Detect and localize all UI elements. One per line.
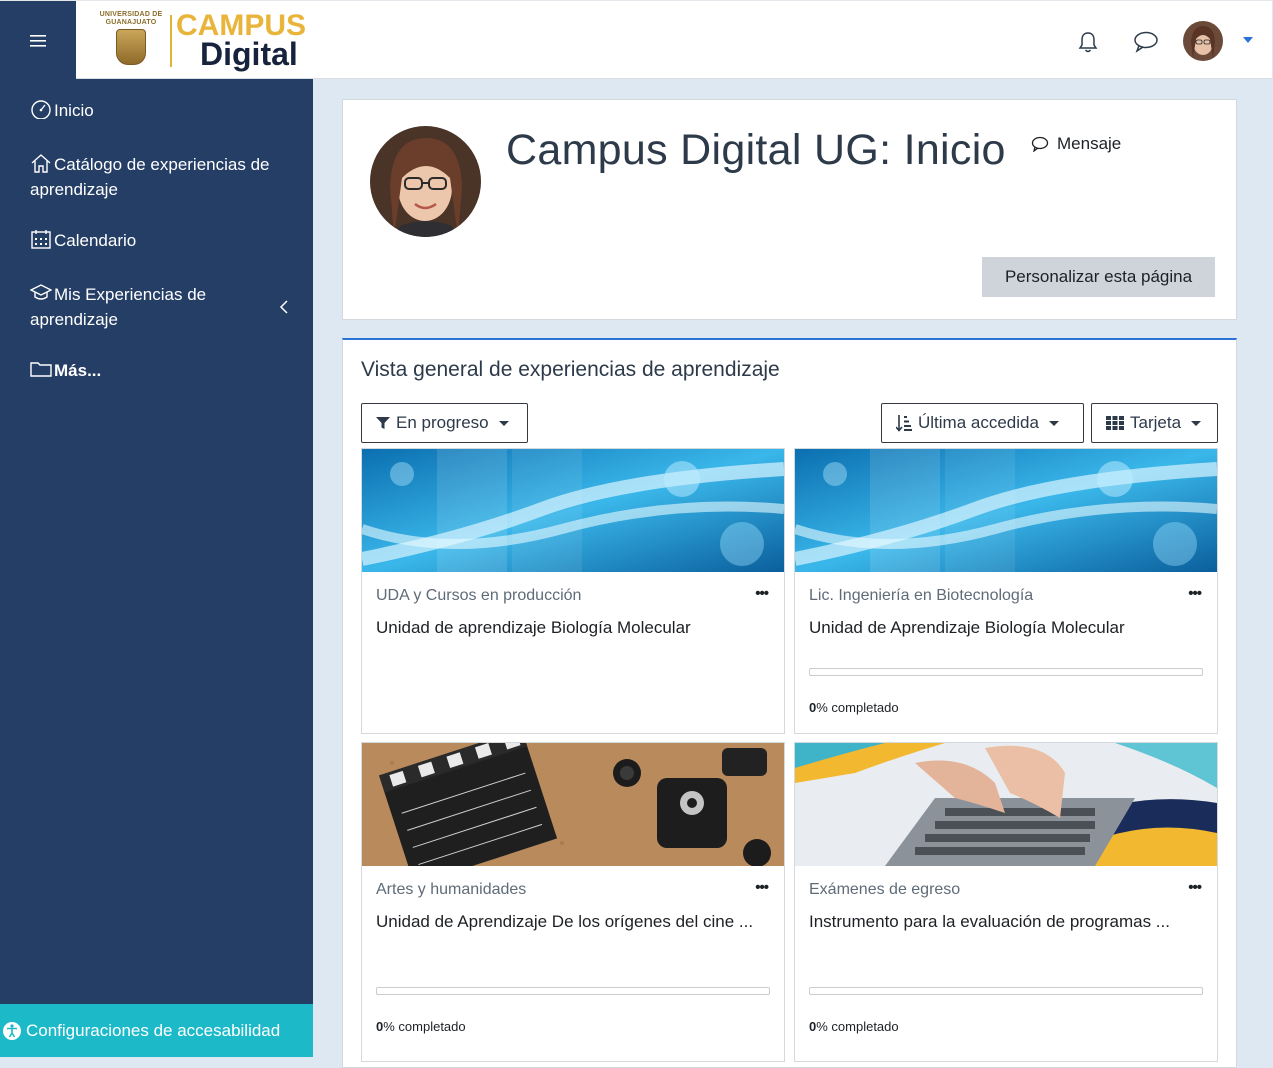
sidebar-item-inicio[interactable]: Inicio — [30, 98, 300, 123]
page-header-card: Campus Digital UG: Inicio Mensaje Person… — [342, 99, 1237, 320]
laptop-typing-image — [795, 743, 1217, 866]
sidebar-item-label: Más... — [54, 361, 102, 380]
campus-digital-logo[interactable]: UNIVERSIDAD DE GUANAJUATO CAMPUS Digital — [96, 9, 371, 73]
sidebar-item-catalogo[interactable]: Catálogo de experiencias de aprendizaje — [30, 152, 300, 202]
course-card[interactable]: Artes y humanidades ••• Unidad de Aprend… — [361, 742, 785, 1062]
sort-label: Última accedida — [918, 413, 1039, 432]
caret-down-icon — [1191, 420, 1202, 426]
course-card[interactable]: Exámenes de egreso ••• Instrumento para … — [794, 742, 1218, 1062]
course-menu-dots-icon[interactable]: ••• — [755, 879, 769, 896]
sidebar: Inicio Catálogo de experiencias de apren… — [0, 79, 313, 1057]
course-image-dna[interactable] — [362, 449, 784, 572]
profile-photo — [370, 126, 481, 237]
chat-bubble-icon[interactable] — [1133, 29, 1159, 55]
film-clapper-image — [362, 743, 784, 866]
course-category: Artes y humanidades — [376, 881, 527, 898]
course-menu-dots-icon[interactable]: ••• — [1188, 879, 1202, 896]
calendar-icon — [31, 230, 51, 249]
sort-dropdown[interactable]: Última accedida — [881, 403, 1084, 443]
home-icon — [31, 154, 51, 173]
accessibility-settings-button[interactable]: Configuraciones de accesabilidad — [0, 1004, 313, 1057]
grid-view-icon — [1106, 416, 1124, 430]
filter-icon — [376, 417, 390, 429]
dashboard-gauge-icon — [31, 100, 51, 119]
chevron-left-icon[interactable] — [278, 299, 290, 315]
user-photo — [1183, 21, 1223, 61]
user-avatar[interactable] — [1183, 21, 1223, 61]
message-link[interactable]: Mensaje — [1031, 134, 1121, 154]
course-name[interactable]: Unidad de Aprendizaje Biología Molecular — [809, 615, 1199, 640]
view-dropdown[interactable]: Tarjeta — [1091, 403, 1218, 443]
caret-down-icon — [1048, 420, 1059, 426]
accessibility-label: Configuraciones de accesabilidad — [26, 1020, 281, 1040]
logo-digital-text: Digital — [200, 36, 298, 72]
hamburger-menu-button[interactable] — [0, 1, 76, 80]
course-progress-bar — [376, 987, 770, 995]
message-label: Mensaje — [1057, 134, 1122, 153]
university-name: UNIVERSIDAD DE GUANAJUATO — [99, 11, 163, 26]
course-progress-text: 0% completado — [809, 1019, 899, 1034]
course-progress-text: 0% completado — [376, 1019, 466, 1034]
sidebar-item-mis-experiencias[interactable]: Mis Experiencias de aprendizaje — [30, 282, 275, 332]
logo-divider — [170, 15, 172, 67]
course-card[interactable]: UDA y Cursos en producción ••• Unidad de… — [361, 448, 785, 734]
graduation-cap-icon — [30, 284, 52, 300]
course-image-film[interactable] — [362, 743, 784, 866]
chat-bubble-icon — [1031, 136, 1049, 152]
top-navbar: UNIVERSIDAD DE GUANAJUATO CAMPUS Digital — [0, 0, 1273, 80]
dna-image — [795, 449, 1217, 572]
course-name[interactable]: Instrumento para la evaluación de progra… — [809, 909, 1199, 934]
course-category: UDA y Cursos en producción — [376, 587, 582, 604]
filter-dropdown[interactable]: En progreso — [361, 403, 528, 443]
progress-suffix: % completado — [383, 1019, 466, 1034]
course-name[interactable]: Unidad de Aprendizaje De los orígenes de… — [376, 909, 766, 934]
sidebar-item-mas[interactable]: Más... — [30, 358, 300, 383]
sidebar-item-calendario[interactable]: Calendario — [30, 228, 300, 253]
course-progress-text: 0% completado — [809, 700, 899, 715]
course-category: Lic. Ingeniería en Biotecnología — [809, 587, 1034, 604]
course-category: Exámenes de egreso — [809, 881, 961, 898]
course-menu-dots-icon[interactable]: ••• — [755, 585, 769, 602]
sort-amount-icon — [896, 415, 912, 432]
course-overview-card: Vista general de experiencias de aprendi… — [342, 338, 1237, 1068]
accessibility-icon — [3, 1021, 21, 1040]
sidebar-item-label: Inicio — [54, 101, 94, 120]
hamburger-icon — [30, 34, 46, 47]
profile-avatar — [370, 126, 481, 237]
progress-suffix: % completado — [816, 1019, 899, 1034]
course-image-laptop[interactable] — [795, 743, 1217, 866]
overview-title: Vista general de experiencias de aprendi… — [361, 358, 780, 381]
page-title: Campus Digital UG: Inicio — [506, 126, 1006, 174]
university-seal-icon — [116, 29, 146, 65]
course-menu-dots-icon[interactable]: ••• — [1188, 585, 1202, 602]
customize-page-button[interactable]: Personalizar esta página — [982, 257, 1215, 297]
sidebar-item-label: Catálogo de experiencias de aprendizaje — [30, 155, 270, 199]
dna-image — [362, 449, 784, 572]
progress-suffix: % completado — [816, 700, 899, 715]
caret-down-icon — [498, 420, 509, 426]
course-image-dna[interactable] — [795, 449, 1217, 572]
filter-label: En progreso — [396, 413, 489, 432]
course-progress-bar — [809, 668, 1203, 676]
course-name[interactable]: Unidad de aprendizaje Biología Molecular — [376, 615, 766, 640]
course-card[interactable]: Lic. Ingeniería en Biotecnología ••• Uni… — [794, 448, 1218, 734]
sidebar-item-label: Calendario — [54, 231, 137, 250]
course-progress-bar — [809, 987, 1203, 995]
folder-icon — [30, 362, 52, 377]
user-menu-caret-icon[interactable] — [1243, 37, 1253, 43]
view-label: Tarjeta — [1130, 413, 1182, 432]
sidebar-item-label: Mis Experiencias de aprendizaje — [30, 285, 207, 329]
bell-icon[interactable] — [1075, 29, 1101, 55]
